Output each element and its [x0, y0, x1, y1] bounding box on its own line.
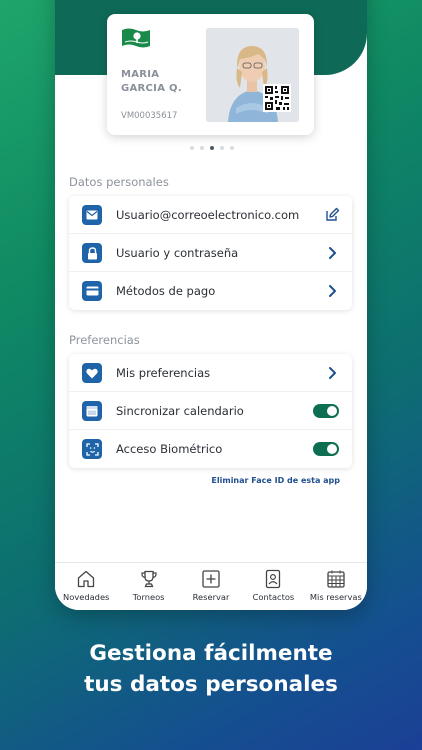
email-row[interactable]: Usuario@correoelectronico.com: [69, 196, 352, 234]
lock-icon: [82, 243, 102, 263]
member-last-name: GARCIA Q.: [121, 83, 182, 94]
nav-item-contactos[interactable]: Contactos: [242, 563, 304, 610]
qr-code-icon[interactable]: [263, 84, 291, 112]
biometric-access-label: Acceso Biométrico: [116, 442, 223, 456]
member-name: MARIA GARCIA Q.: [121, 68, 211, 96]
preferences-title: Preferencias: [69, 333, 140, 347]
promo-headline: Gestiona fácilmente tus datos personales: [0, 638, 422, 700]
carousel-dot[interactable]: [200, 146, 204, 150]
phone-screen: MARIA GARCIA Q. VM00035617 Datos persona…: [55, 0, 367, 610]
user-password-label: Usuario y contraseña: [116, 246, 239, 260]
biometric-access-toggle[interactable]: [313, 442, 339, 456]
nav-label: Novedades: [63, 592, 110, 602]
chevron-right-icon: [329, 247, 336, 259]
card-icon: [82, 281, 102, 301]
plus-square-icon: [202, 570, 220, 588]
email-label: Usuario@correoelectronico.com: [116, 208, 300, 222]
member-photo: [206, 28, 299, 122]
personal-data-list: Usuario@correoelectronico.com Usuario y …: [69, 196, 352, 310]
carousel-dot[interactable]: [190, 146, 194, 150]
carousel-dot[interactable]: [220, 146, 224, 150]
nav-item-torneos[interactable]: Torneos: [117, 563, 179, 610]
my-preferences-row[interactable]: Mis preferencias: [69, 354, 352, 392]
carousel-dot[interactable]: [230, 146, 234, 150]
bottom-navigation: Novedades Torneos Reservar Contactos Mis…: [55, 562, 367, 610]
headline-line-1: Gestiona fácilmente: [89, 641, 333, 666]
sync-calendar-row: Sincronizar calendario: [69, 392, 352, 430]
personal-data-title: Datos personales: [69, 175, 169, 189]
nav-item-novedades[interactable]: Novedades: [55, 563, 117, 610]
edit-icon[interactable]: [324, 207, 340, 223]
nav-label: Reservar: [192, 592, 230, 602]
trophy-icon: [140, 570, 157, 588]
biometric-access-row: Acceso Biométrico: [69, 430, 352, 468]
nav-label: Torneos: [132, 592, 165, 602]
carousel-dot-active[interactable]: [210, 146, 214, 150]
my-preferences-label: Mis preferencias: [116, 366, 211, 380]
chevron-right-icon: [329, 367, 336, 379]
nav-label: Mis reservas: [309, 592, 362, 602]
member-card[interactable]: MARIA GARCIA Q. VM00035617: [107, 14, 314, 135]
chevron-right-icon: [329, 285, 336, 297]
toggle-knob: [327, 406, 337, 416]
calendar-grid-icon: [327, 570, 345, 588]
nav-item-mis-reservas[interactable]: Mis reservas: [305, 563, 367, 610]
sync-calendar-label: Sincronizar calendario: [116, 404, 244, 418]
club-logo-icon: [122, 28, 150, 48]
carousel-dots[interactable]: [190, 146, 234, 150]
member-first-name: MARIA: [121, 69, 160, 80]
mail-icon: [82, 205, 102, 225]
user-password-row[interactable]: Usuario y contraseña: [69, 234, 352, 272]
payment-methods-label: Métodos de pago: [116, 284, 216, 298]
nav-item-reservar[interactable]: Reservar: [180, 563, 242, 610]
headline-line-2: tus datos personales: [84, 672, 338, 697]
home-icon: [78, 570, 95, 588]
nav-label: Contactos: [252, 592, 295, 602]
contacts-icon: [266, 569, 281, 589]
heart-icon: [82, 363, 102, 383]
calendar-icon: [82, 401, 102, 421]
remove-face-id-link[interactable]: Eliminar Face ID de esta app: [211, 476, 340, 485]
sync-calendar-toggle[interactable]: [313, 404, 339, 418]
face-id-icon: [82, 439, 102, 459]
preferences-list: Mis preferencias Sincronizar calendario …: [69, 354, 352, 468]
payment-methods-row[interactable]: Métodos de pago: [69, 272, 352, 310]
member-id: VM00035617: [121, 111, 178, 121]
toggle-knob: [327, 444, 337, 454]
